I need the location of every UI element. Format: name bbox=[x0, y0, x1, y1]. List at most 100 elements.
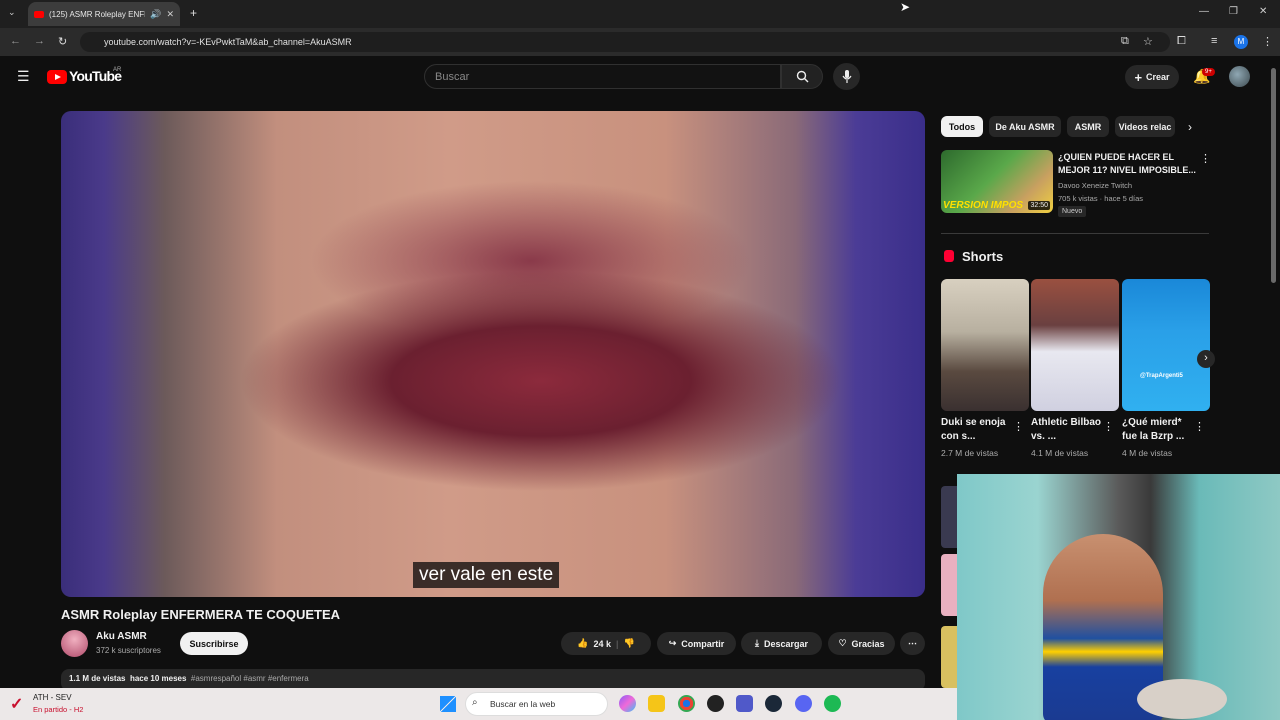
chrome-icon[interactable] bbox=[678, 695, 695, 712]
channel-name[interactable]: Aku ASMR bbox=[96, 631, 147, 642]
related-menu-icon[interactable]: ⋮ bbox=[1200, 152, 1211, 165]
copilot-icon[interactable] bbox=[619, 695, 636, 712]
microphone-icon bbox=[842, 69, 851, 83]
hashtags[interactable]: #asmrespañol #asmr #enfermera bbox=[191, 674, 309, 683]
share-button[interactable]: ↪ Compartir bbox=[657, 632, 736, 655]
taskbar-search-text: Buscar en la web bbox=[490, 699, 556, 709]
steam-icon[interactable] bbox=[765, 695, 782, 712]
url-field[interactable]: youtube.com/watch?v=-KEvPwktTaM&ab_chann… bbox=[80, 32, 1170, 52]
shorts-icon bbox=[944, 250, 954, 262]
short-overlay-text: @TrapArgenti5 bbox=[1140, 373, 1183, 379]
taskbar-search[interactable]: Buscar en la web bbox=[465, 692, 608, 716]
account-avatar[interactable] bbox=[1229, 66, 1250, 87]
short-views-2: 4.1 M de vistas bbox=[1031, 448, 1089, 458]
search-input[interactable]: Buscar bbox=[424, 64, 781, 89]
related-channel[interactable]: Davoo Xeneize Twitch bbox=[1058, 181, 1132, 190]
bookmark-star-icon[interactable]: ☆ bbox=[1143, 35, 1153, 48]
subscribe-button[interactable]: Suscribirse bbox=[180, 632, 248, 655]
chip-todos[interactable]: Todos bbox=[941, 116, 983, 137]
duration-badge: 32:50 bbox=[1028, 201, 1050, 210]
match-title[interactable]: ATH - SEV bbox=[33, 693, 72, 702]
related-meta: 705 k vistas · hace 5 días bbox=[1058, 194, 1144, 203]
partial-thumbnail[interactable] bbox=[941, 554, 957, 616]
view-count: 1.1 M de vistas bbox=[69, 674, 126, 683]
windows-start-icon[interactable] bbox=[440, 696, 456, 712]
create-label: Crear bbox=[1146, 72, 1170, 82]
short-views-1: 2.7 M de vistas bbox=[941, 448, 999, 458]
match-status: En partido - H2 bbox=[33, 705, 84, 714]
short-title-1[interactable]: Duki se enoja con s... bbox=[941, 416, 1017, 444]
close-tab-icon[interactable]: ✕ bbox=[166, 9, 174, 20]
browser-tab[interactable]: (125) ASMR Roleplay ENFERMERA TE COQUETE… bbox=[28, 2, 180, 26]
close-window-icon[interactable]: ✕ bbox=[1259, 6, 1267, 17]
short-menu-icon[interactable]: ⋮ bbox=[1194, 420, 1205, 433]
athletic-logo-icon[interactable]: ✓ bbox=[10, 694, 23, 714]
chevron-right-icon[interactable]: › bbox=[1188, 120, 1192, 134]
teams-icon[interactable] bbox=[736, 695, 753, 712]
new-tab-icon[interactable]: + bbox=[190, 6, 197, 20]
short-menu-icon[interactable]: ⋮ bbox=[1103, 420, 1114, 433]
video-player[interactable] bbox=[61, 111, 925, 597]
scrollbar[interactable] bbox=[1271, 68, 1276, 283]
shorts-heading: Shorts bbox=[962, 249, 1004, 264]
share-label: Compartir bbox=[681, 638, 725, 649]
upload-age: hace 10 meses bbox=[129, 674, 187, 683]
youtube-favicon-icon bbox=[34, 10, 44, 18]
chip-asmr[interactable]: ASMR bbox=[1067, 116, 1109, 137]
voice-search-button[interactable] bbox=[833, 63, 860, 90]
short-thumbnail-1[interactable] bbox=[941, 279, 1029, 411]
search-icon: ⌕ bbox=[472, 697, 478, 708]
media-icon[interactable]: ≡ bbox=[1211, 35, 1217, 47]
short-views-3: 4 M de vistas bbox=[1122, 448, 1173, 458]
related-thumbnail[interactable]: VERSION IMPOS 32:50 bbox=[941, 150, 1053, 213]
short-thumbnail-2[interactable] bbox=[1031, 279, 1119, 411]
more-dots-icon: ⋯ bbox=[908, 638, 917, 648]
install-icon[interactable]: ⧉ bbox=[1121, 35, 1129, 48]
divider bbox=[941, 233, 1209, 234]
tab-title: (125) ASMR Roleplay ENFERMERA TE COQUETE… bbox=[49, 9, 145, 19]
profile-icon[interactable]: M bbox=[1234, 35, 1248, 49]
subscriber-count: 372 k suscriptores bbox=[96, 646, 161, 655]
short-title-2[interactable]: Athletic Bilbao vs. ... bbox=[1031, 416, 1107, 444]
like-button[interactable]: 👍 24 k bbox=[577, 638, 611, 649]
chip-related[interactable]: Videos relac bbox=[1115, 116, 1175, 137]
more-actions-button[interactable]: ⋯ bbox=[900, 632, 925, 655]
mouse-cursor-icon: ➤ bbox=[900, 0, 911, 14]
speaker-icon[interactable]: 🔊 bbox=[150, 9, 161, 20]
back-icon[interactable]: ← bbox=[10, 35, 21, 47]
short-menu-icon[interactable]: ⋮ bbox=[1013, 420, 1024, 433]
restore-icon[interactable]: ❐ bbox=[1229, 6, 1238, 17]
forward-icon[interactable]: → bbox=[34, 35, 45, 47]
search-icon bbox=[796, 70, 808, 83]
extensions-icon[interactable]: ⧠ bbox=[1177, 35, 1186, 48]
youtube-logo-icon[interactable] bbox=[47, 70, 67, 84]
dislike-button[interactable]: 👎 bbox=[624, 638, 635, 649]
short-title-3[interactable]: ¿Qué mierd* fue la Bzrp ... bbox=[1122, 416, 1198, 444]
download-button[interactable]: ⤓ Descargar bbox=[741, 632, 822, 655]
menu-kebab-icon[interactable]: ⋮ bbox=[1262, 35, 1273, 48]
channel-avatar[interactable] bbox=[61, 630, 88, 657]
spotify-icon[interactable] bbox=[824, 695, 841, 712]
partial-thumbnail[interactable] bbox=[941, 486, 957, 548]
reload-icon[interactable]: ↻ bbox=[58, 35, 67, 48]
thanks-label: Gracias bbox=[851, 638, 885, 649]
related-title[interactable]: ¿QUIEN PUEDE HACER EL MEJOR 11? NIVEL IM… bbox=[1058, 151, 1198, 177]
minimize-icon[interactable]: — bbox=[1199, 6, 1209, 17]
thumbs-down-icon: 👎 bbox=[623, 638, 635, 648]
notifications-badge: 9+ bbox=[1202, 68, 1215, 76]
create-button[interactable]: + Crear bbox=[1125, 65, 1179, 89]
discord-icon[interactable] bbox=[795, 695, 812, 712]
video-caption: ver vale en este bbox=[413, 562, 560, 588]
chip-aku-asmr[interactable]: De Aku ASMR bbox=[989, 116, 1061, 137]
search-button[interactable] bbox=[781, 64, 823, 89]
file-explorer-icon[interactable] bbox=[648, 695, 665, 712]
app-icon[interactable] bbox=[707, 695, 724, 712]
hamburger-menu-icon[interactable]: ☰ bbox=[17, 68, 30, 85]
short-thumbnail-3[interactable]: @TrapArgenti5 bbox=[1122, 279, 1210, 411]
thanks-button[interactable]: ♡ Gracias bbox=[828, 632, 895, 655]
windows-taskbar: ✓ ATH - SEV En partido - H2 Buscar en la… bbox=[0, 688, 957, 720]
partial-thumbnail[interactable] bbox=[941, 626, 957, 688]
tab-search-icon[interactable]: ⌄ bbox=[8, 7, 16, 18]
shorts-next-icon[interactable]: › bbox=[1197, 350, 1215, 368]
plate-image bbox=[1137, 679, 1227, 719]
